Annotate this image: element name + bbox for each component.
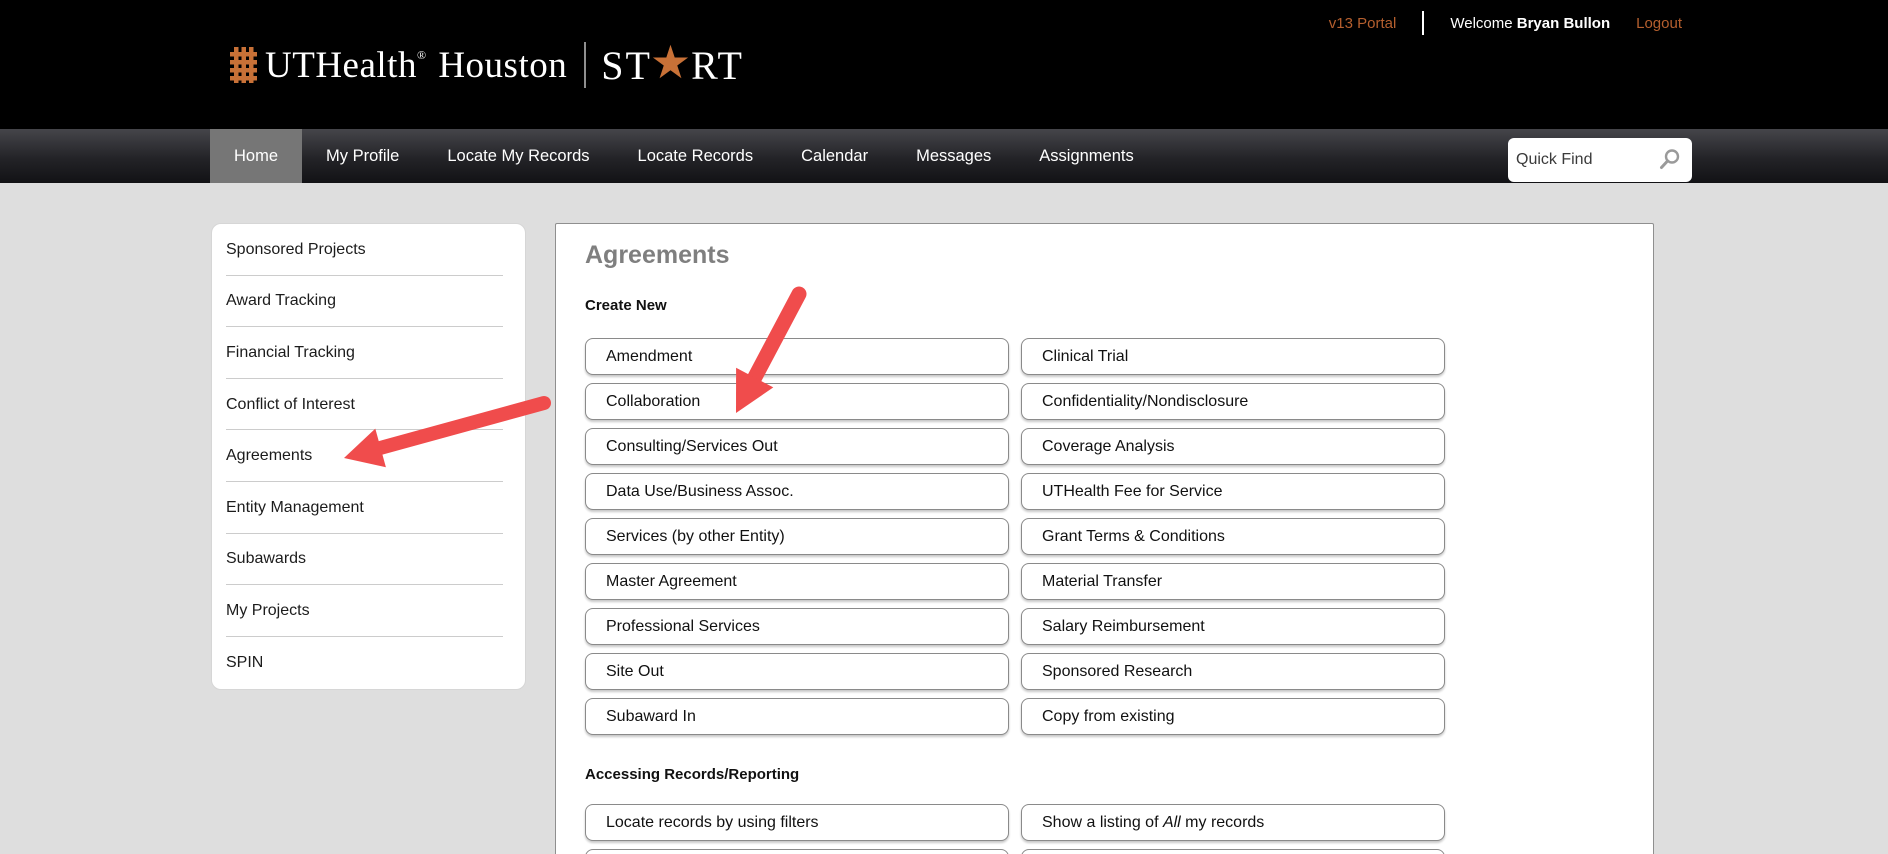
uthealth-start-logo: UTHealth® Houston ST★RT — [230, 34, 744, 96]
nav-item-messages[interactable]: Messages — [892, 129, 1015, 183]
button-coverage-analysis[interactable]: Coverage Analysis — [1021, 428, 1445, 465]
button-services-by-other-entity[interactable]: Services (by other Entity) — [585, 518, 1009, 555]
nav-item-calendar[interactable]: Calendar — [777, 129, 892, 183]
button-sponsored-research[interactable]: Sponsored Research — [1021, 653, 1445, 690]
logout-link[interactable]: Logout — [1636, 15, 1682, 32]
sidebar-item-agreements[interactable]: Agreements — [212, 430, 525, 482]
sidebar-menu: Sponsored Projects Award Tracking Financ… — [211, 223, 526, 690]
partial-button-right[interactable] — [1021, 849, 1445, 854]
logo-divider — [584, 42, 586, 88]
registered-mark: ® — [417, 48, 427, 62]
nav-item-assignments[interactable]: Assignments — [1015, 129, 1157, 183]
sidebar-item-sponsored-projects[interactable]: Sponsored Projects — [212, 224, 525, 276]
button-grant-terms-conditions[interactable]: Grant Terms & Conditions — [1021, 518, 1445, 555]
welcome-text: Welcome Bryan Bullon — [1450, 15, 1610, 32]
button-subaward-in[interactable]: Subaward In — [585, 698, 1009, 735]
button-consulting-services-out[interactable]: Consulting/Services Out — [585, 428, 1009, 465]
show-listing-prefix: Show a listing of — [1042, 814, 1163, 831]
button-amendment[interactable]: Amendment — [585, 338, 1009, 375]
sidebar-item-entity-management[interactable]: Entity Management — [212, 482, 525, 534]
quick-find-box[interactable] — [1508, 138, 1692, 182]
show-listing-all: All — [1163, 814, 1181, 831]
sidebar-item-my-projects[interactable]: My Projects — [212, 585, 525, 637]
nav-item-locate-records[interactable]: Locate Records — [614, 129, 778, 183]
button-show-listing-all-records[interactable]: Show a listing of All my records — [1021, 804, 1445, 841]
search-icon[interactable] — [1656, 147, 1682, 173]
agreements-panel: Agreements Create New Amendment Clinical… — [555, 223, 1654, 854]
button-copy-from-existing[interactable]: Copy from existing — [1021, 698, 1445, 735]
nav-item-locate-my-records[interactable]: Locate My Records — [423, 129, 613, 183]
sidebar-item-conflict-of-interest[interactable]: Conflict of Interest — [212, 379, 525, 431]
uthealth-hash-icon — [230, 47, 257, 83]
create-new-heading: Create New — [585, 297, 1653, 314]
accessing-records-heading: Accessing Records/Reporting — [585, 766, 1653, 783]
quick-find-input[interactable] — [1516, 151, 1656, 169]
button-data-use-business-assoc[interactable]: Data Use/Business Assoc. — [585, 473, 1009, 510]
header-links: v13 Portal Welcome Bryan Bullon Logout — [1329, 11, 1682, 35]
page-title: Agreements — [585, 241, 1653, 270]
button-site-out[interactable]: Site Out — [585, 653, 1009, 690]
button-locate-records-filters[interactable]: Locate records by using filters — [585, 804, 1009, 841]
start-portal-page: { "header": { "logo": { "brand": "UTHeal… — [0, 0, 1888, 854]
partial-button-grid — [585, 849, 1653, 854]
sidebar-item-subawards[interactable]: Subawards — [212, 534, 525, 586]
sidebar-item-spin[interactable]: SPIN — [212, 637, 525, 689]
sidebar-item-financial-tracking[interactable]: Financial Tracking — [212, 327, 525, 379]
create-new-button-grid: Amendment Clinical Trial Collaboration C… — [585, 338, 1653, 735]
partial-button-left[interactable] — [585, 849, 1009, 854]
button-collaboration[interactable]: Collaboration — [585, 383, 1009, 420]
start-wordmark: ST★RT — [601, 42, 744, 89]
button-clinical-trial[interactable]: Clinical Trial — [1021, 338, 1445, 375]
nav-item-home[interactable]: Home — [210, 129, 302, 183]
button-confidentiality-nondisclosure[interactable]: Confidentiality/Nondisclosure — [1021, 383, 1445, 420]
user-name: Bryan Bullon — [1517, 15, 1610, 32]
button-material-transfer[interactable]: Material Transfer — [1021, 563, 1445, 600]
site-header: UTHealth® Houston ST★RT v13 Portal Welco… — [0, 0, 1888, 129]
button-salary-reimbursement[interactable]: Salary Reimbursement — [1021, 608, 1445, 645]
button-uthealth-fee-for-service[interactable]: UTHealth Fee for Service — [1021, 473, 1445, 510]
sidebar-item-award-tracking[interactable]: Award Tracking — [212, 276, 525, 328]
accessing-button-grid: Locate records by using filters Show a l… — [585, 804, 1653, 841]
brand-wordmark: UTHealth® Houston — [265, 44, 567, 87]
nav-item-my-profile[interactable]: My Profile — [302, 129, 423, 183]
button-professional-services[interactable]: Professional Services — [585, 608, 1009, 645]
show-listing-suffix: my records — [1181, 814, 1265, 831]
header-links-divider — [1422, 11, 1424, 35]
button-master-agreement[interactable]: Master Agreement — [585, 563, 1009, 600]
v13-portal-link[interactable]: v13 Portal — [1329, 15, 1397, 32]
star-icon: ★ — [650, 40, 693, 86]
